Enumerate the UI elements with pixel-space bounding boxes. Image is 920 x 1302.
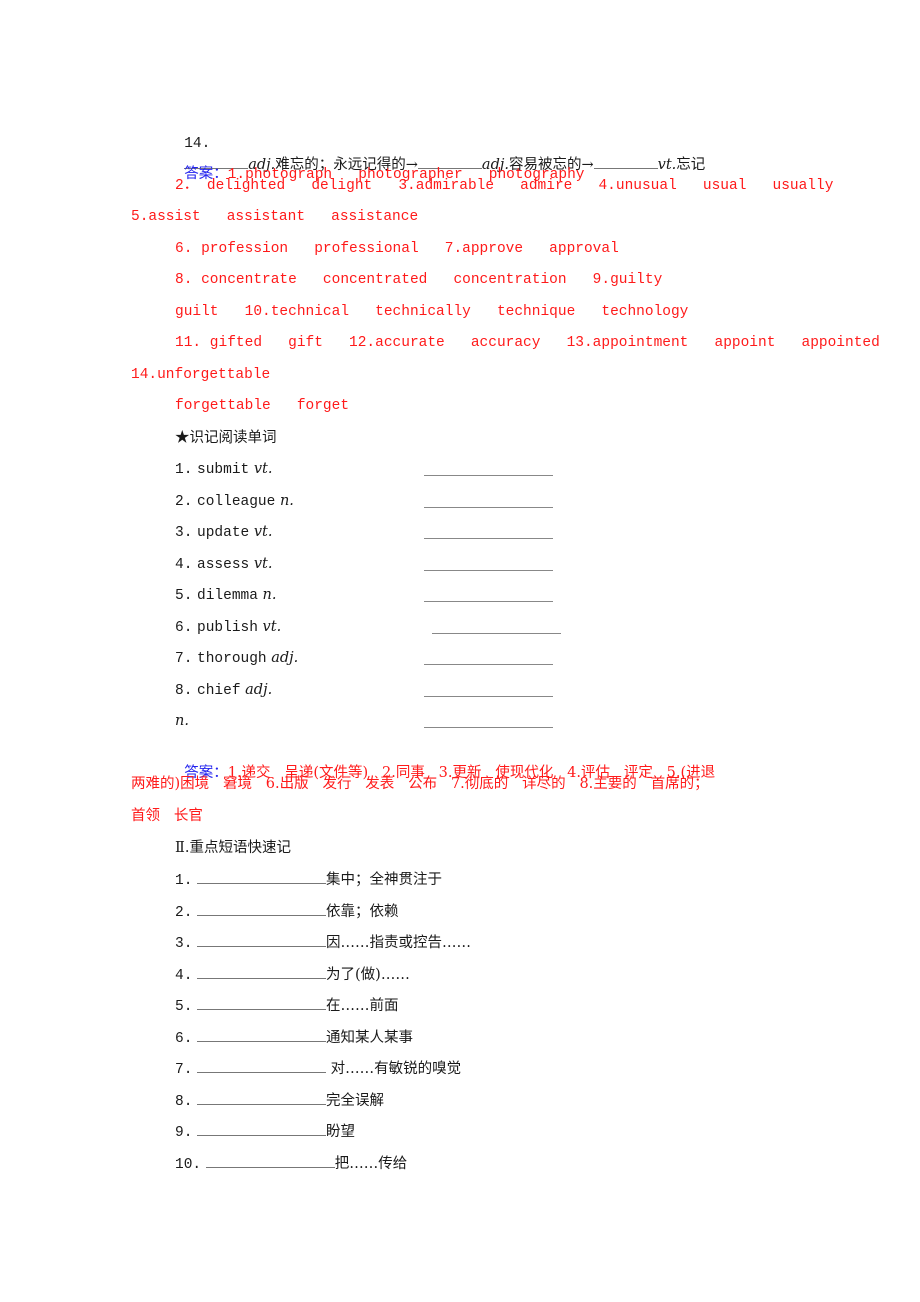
list-item: 7. 对……有敏锐的嗅觉	[175, 1058, 461, 1080]
answer-line: 6. profession professional 7.approve app…	[175, 241, 619, 257]
definition: 忘记	[676, 157, 706, 173]
pos-label: vt.	[657, 157, 677, 173]
answer-blank[interactable]	[197, 964, 327, 979]
answer-blank[interactable]	[197, 901, 327, 916]
pos-label: adj.	[245, 682, 273, 698]
answer-blank[interactable]	[424, 507, 553, 508]
list-item: 1. submit vt.	[175, 459, 272, 480]
answer-blank[interactable]	[424, 570, 553, 571]
item-number: 7.	[175, 1062, 193, 1078]
answer-blank[interactable]	[424, 696, 553, 697]
item-number: 4.	[175, 557, 193, 573]
list-item: 9. 盼望	[175, 1121, 355, 1143]
answer-line: 11. gifted gift 12.accurate accuracy 13.…	[175, 335, 880, 351]
list-item: 10. 把……传给	[175, 1153, 407, 1175]
answer-line: 14.unforgettable	[131, 367, 271, 383]
item-meaning: 为了(做)……	[326, 967, 410, 983]
answer-blank[interactable]	[197, 932, 327, 947]
answer-blank[interactable]	[424, 475, 553, 476]
answer-blank[interactable]	[432, 633, 561, 634]
item-meaning: 对……有敏锐的嗅觉	[326, 1061, 462, 1077]
answer-blank[interactable]	[197, 995, 327, 1010]
item-number: 3.	[175, 936, 193, 952]
section-heading-key-phrases: Ⅱ.重点短语快速记	[175, 840, 291, 856]
item-word: thorough	[197, 651, 267, 667]
item-meaning: 盼望	[326, 1124, 356, 1140]
list-item: 8. 完全误解	[175, 1090, 384, 1112]
pos-label: n.	[262, 587, 277, 603]
item-meaning: 在……前面	[326, 998, 399, 1014]
item-number: 4.	[175, 968, 193, 984]
item-meaning: 依靠；依赖	[326, 904, 399, 920]
list-item: 6. 通知某人某事	[175, 1027, 413, 1049]
item-meaning: 集中；全神贯注于	[326, 872, 443, 888]
answer-blank[interactable]	[424, 538, 553, 539]
list-item: 4. assess vt.	[175, 554, 272, 575]
answer-blank[interactable]	[197, 1121, 327, 1136]
list-item: 3. 因……指责或控告……	[175, 932, 471, 954]
list-item: 8. chief adj.	[175, 680, 272, 701]
pos-label: vt.	[253, 524, 273, 540]
answer-blank[interactable]	[197, 1090, 327, 1105]
item-meaning: 完全误解	[326, 1093, 385, 1109]
answer-blank[interactable]	[197, 869, 327, 884]
item-word: update	[197, 525, 250, 541]
list-item: 1. 集中；全神贯注于	[175, 869, 442, 891]
item-number: 8.	[175, 683, 193, 699]
list-item: 3. update vt.	[175, 522, 272, 543]
item-meaning: 通知某人某事	[326, 1030, 414, 1046]
list-item: 5. 在……前面	[175, 995, 399, 1017]
item-number: 10.	[175, 1157, 202, 1173]
item-word: assess	[197, 557, 250, 573]
answer-blank[interactable]	[424, 601, 553, 602]
item-number: 2.	[175, 494, 193, 510]
list-item: 4. 为了(做)……	[175, 964, 410, 986]
item-number: 5.	[175, 999, 193, 1015]
item-word: submit	[197, 462, 250, 478]
answer-blank[interactable]	[593, 154, 658, 169]
pos-label: vt.	[253, 461, 273, 477]
list-item: 5. dilemma n.	[175, 585, 277, 606]
item-number: 6.	[175, 620, 193, 636]
item-number: 8.	[175, 1094, 193, 1110]
item-number: 5.	[175, 588, 193, 604]
answer-line: 5.assist assistant assistance	[131, 209, 419, 225]
list-item: n.	[175, 711, 189, 731]
item-number: 1.	[175, 462, 193, 478]
item-word: dilemma	[197, 588, 258, 604]
answer-line: 2． delighted delight 3.admirable admire …	[175, 178, 834, 194]
item-number: 2.	[175, 905, 193, 921]
answer-line: 两难的)困境 窘境 6.出版 发行 发表 公布 7.彻底的 详尽的 8.主要的 …	[131, 776, 709, 792]
pos-label: vt.	[253, 556, 273, 572]
answer-line: 首领 长官	[131, 808, 203, 824]
item-meaning: 把……传给	[334, 1156, 408, 1172]
answer-line: 8. concentrate concentrated concentratio…	[175, 272, 663, 288]
list-item: 2. 依靠；依赖	[175, 901, 399, 923]
item-word: publish	[197, 620, 258, 636]
pos-label: vt.	[262, 619, 282, 635]
answer-line: guilt 10.technical technically technique…	[175, 304, 689, 320]
section-heading-reading-words: ★识记阅读单词	[175, 430, 277, 446]
answer-blank[interactable]	[205, 1153, 335, 1168]
item-word: chief	[197, 683, 241, 699]
pos-label: n.	[279, 493, 294, 509]
item-word: colleague	[197, 494, 276, 510]
list-item: 7. thorough adj.	[175, 648, 298, 669]
pos-label: adj.	[271, 650, 299, 666]
pos-label: n.	[175, 713, 189, 729]
item-number: 1.	[175, 873, 193, 889]
answer-blank[interactable]	[424, 727, 553, 728]
answer-blank[interactable]	[197, 1027, 327, 1042]
item-number: 9.	[175, 1125, 193, 1141]
answer-line: forgettable forget	[175, 398, 350, 414]
item-number: 7.	[175, 651, 193, 667]
list-item: 6. publish vt.	[175, 617, 281, 638]
item-meaning: 因……指责或控告……	[326, 935, 472, 951]
item-number: 6.	[175, 1031, 193, 1047]
answer-blank[interactable]	[197, 1058, 327, 1073]
item-number: 3.	[175, 525, 193, 541]
answer-blank[interactable]	[424, 664, 553, 665]
list-item: 2. colleague n.	[175, 491, 294, 512]
